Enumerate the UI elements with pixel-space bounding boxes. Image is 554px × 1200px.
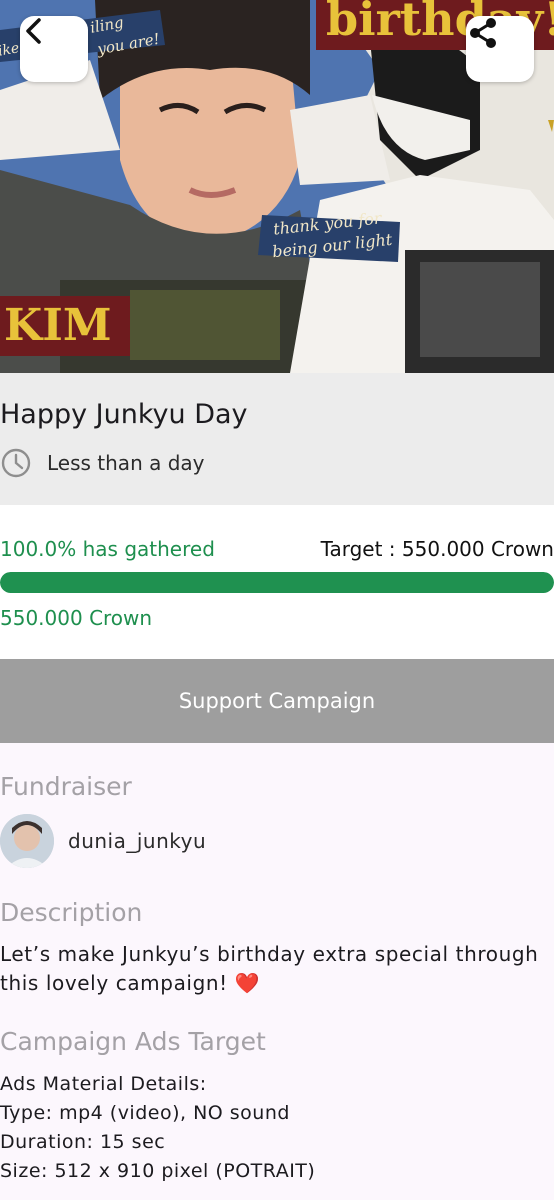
avatar <box>0 814 54 868</box>
description-text: Let’s make Junkyu’s birthday extra speci… <box>0 940 545 998</box>
banner-kim-text: KIM <box>0 296 130 356</box>
ads-detail-line: Ads Material Details: <box>0 1073 207 1095</box>
support-campaign-button[interactable]: Support Campaign <box>0 659 554 743</box>
target-amount: Target : 550.000 Crown <box>320 537 554 561</box>
raised-amount: 550.000 Crown <box>0 606 153 630</box>
description-body: Let’s make Junkyu’s birthday extra speci… <box>0 942 539 995</box>
time-remaining-text: Less than a day <box>47 451 205 475</box>
campaign-banner-image: birthday! KIM iling you are! ike thank y… <box>0 0 554 373</box>
gathered-percent: 100.0% has gathered <box>0 537 215 561</box>
clock-icon <box>1 448 31 478</box>
ads-detail-line: Duration: 15 sec <box>0 1131 166 1153</box>
progress-bar <box>0 572 554 593</box>
share-button[interactable] <box>466 16 534 82</box>
share-icon <box>470 18 496 48</box>
heart-emoji: ❤️ <box>234 971 261 995</box>
fundraiser-profile[interactable]: dunia_junkyu <box>0 813 206 869</box>
fundraiser-username: dunia_junkyu <box>68 829 207 853</box>
campaign-title: Happy Junkyu Day <box>0 399 248 430</box>
chevron-left-icon <box>26 18 41 44</box>
ads-detail-line: Type: mp4 (video), NO sound <box>0 1102 290 1124</box>
fundraiser-avatar-image <box>0 814 54 868</box>
fundraiser-heading: Fundraiser <box>0 772 132 801</box>
progress-bar-fill <box>0 572 554 593</box>
campaign-header: Happy Junkyu Day Less than a day <box>0 373 554 505</box>
ads-material-details: Ads Material Details: Type: mp4 (video),… <box>0 1070 315 1186</box>
time-remaining: Less than a day <box>0 447 205 479</box>
ads-detail-line: Size: 512 x 910 pixel (POTRAIT) <box>0 1160 316 1182</box>
ads-target-heading: Campaign Ads Target <box>0 1027 266 1056</box>
funding-progress: 100.0% has gathered Target : 550.000 Cro… <box>0 505 554 659</box>
back-button[interactable] <box>20 16 88 82</box>
description-heading: Description <box>0 898 143 927</box>
